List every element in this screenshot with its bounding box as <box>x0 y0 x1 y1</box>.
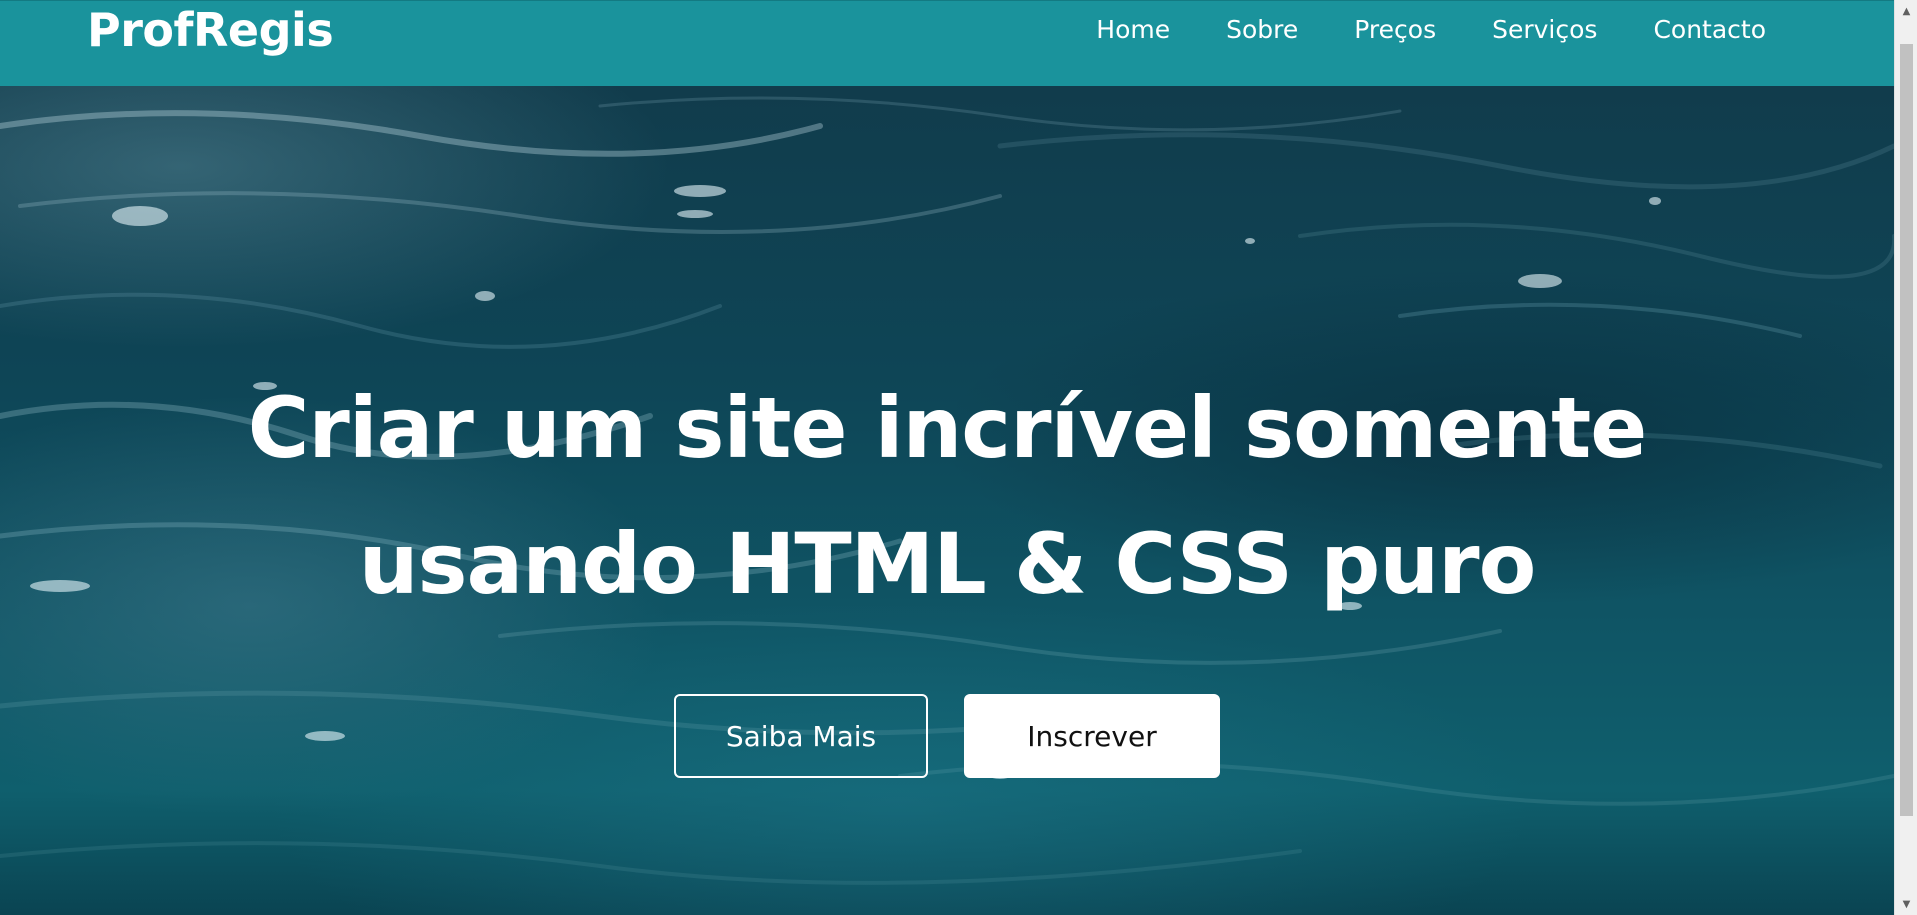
nav-link-contacto[interactable]: Contacto <box>1653 15 1766 44</box>
hero-section: Criar um site incrível somente usando HT… <box>0 86 1894 915</box>
subscribe-button[interactable]: Inscrever <box>964 694 1220 778</box>
nav-link-servicos[interactable]: Serviços <box>1492 15 1597 44</box>
nav-links: Home Sobre Preços Serviços Contacto <box>1096 15 1766 44</box>
hero-content: Criar um site incrível somente usando HT… <box>0 86 1894 915</box>
vertical-scrollbar[interactable]: ▲ ▼ <box>1894 0 1917 915</box>
chevron-down-icon[interactable]: ▼ <box>1895 893 1917 915</box>
nav-link-sobre[interactable]: Sobre <box>1226 15 1298 44</box>
learn-more-button[interactable]: Saiba Mais <box>674 694 928 778</box>
hero-buttons: Saiba Mais Inscrever <box>674 694 1220 778</box>
navbar: ProfRegis Home Sobre Preços Serviços Con… <box>0 0 1894 86</box>
hero-title: Criar um site incrível somente usando HT… <box>247 379 1647 613</box>
site-logo[interactable]: ProfRegis <box>87 3 334 57</box>
nav-link-home[interactable]: Home <box>1096 15 1170 44</box>
scrollbar-thumb[interactable] <box>1900 44 1913 816</box>
nav-link-precos[interactable]: Preços <box>1354 15 1436 44</box>
chevron-up-icon[interactable]: ▲ <box>1895 0 1917 22</box>
